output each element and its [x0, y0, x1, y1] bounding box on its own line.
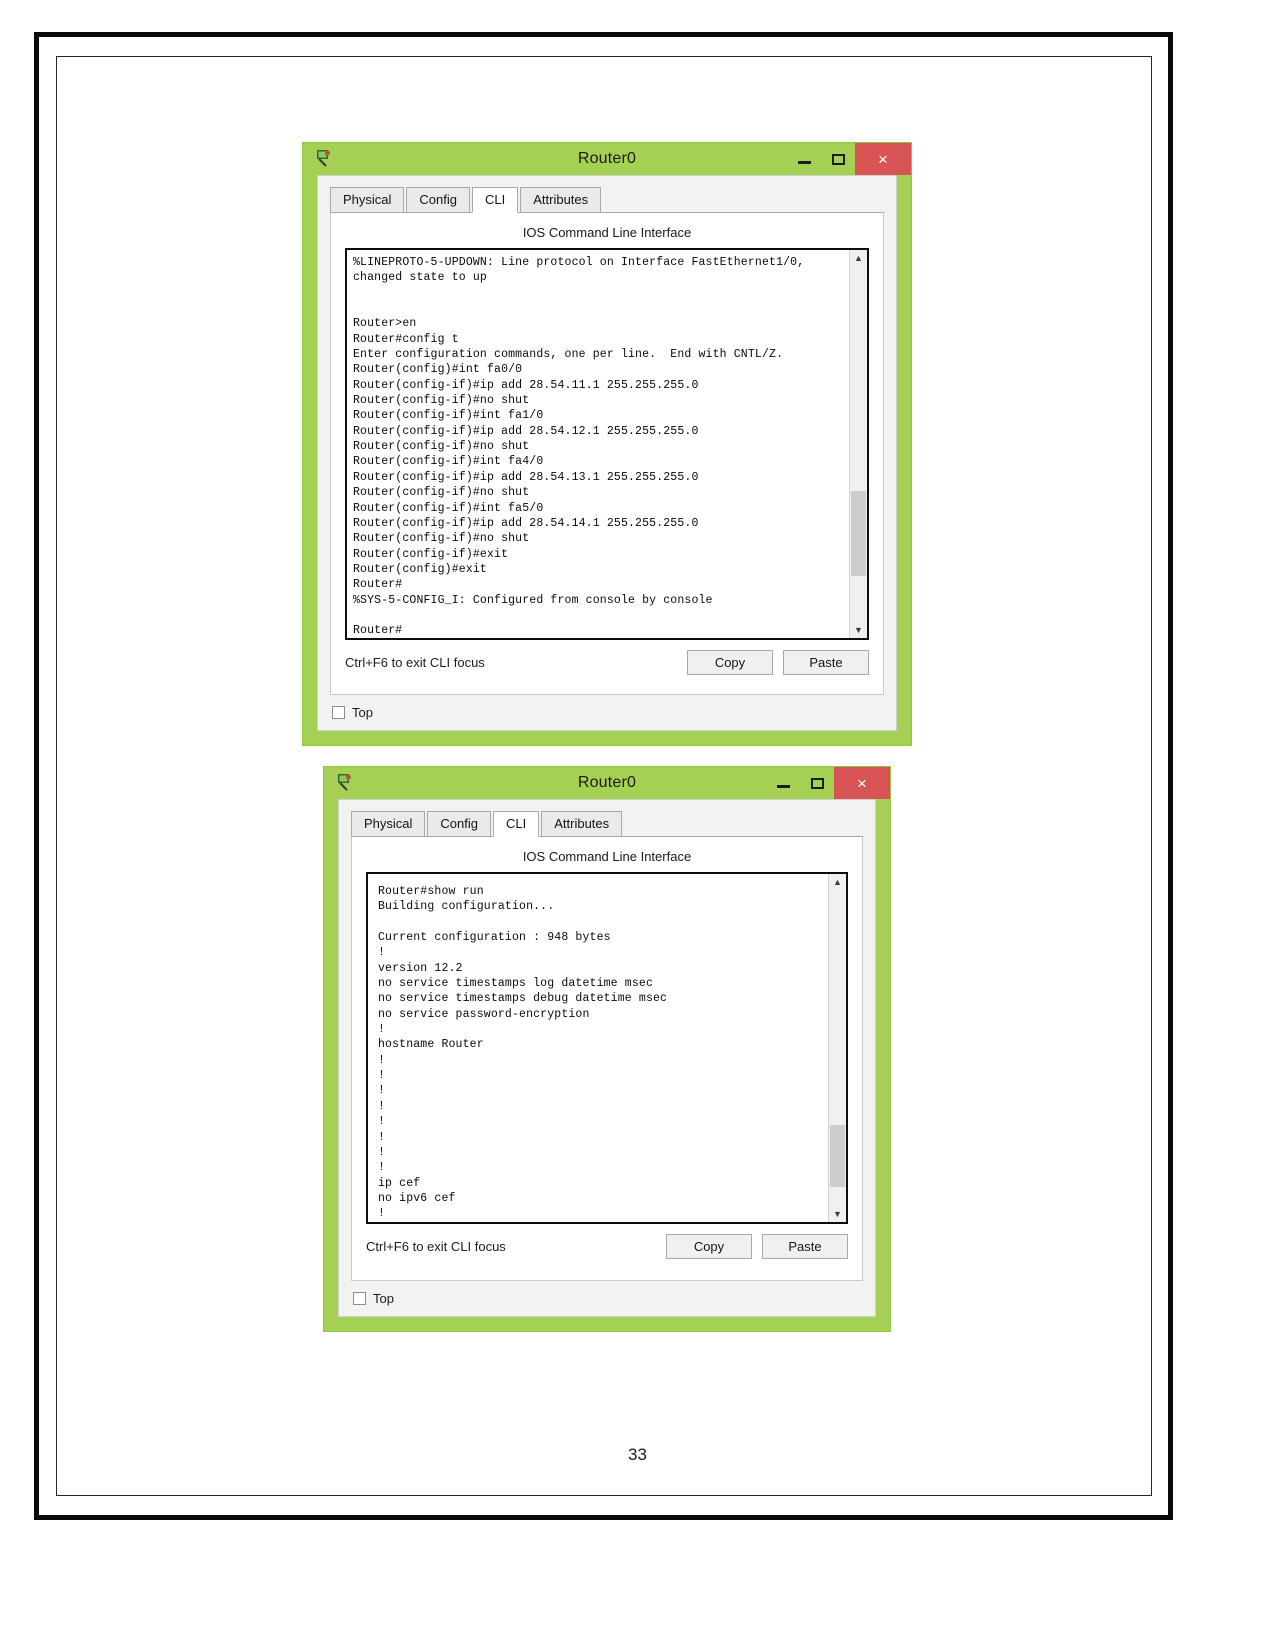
minimize-button[interactable] — [766, 767, 800, 799]
scroll-up-icon[interactable]: ▲ — [829, 874, 846, 890]
close-button[interactable]: × — [855, 143, 911, 175]
cli-panel: IOS Command Line Interface Router#show r… — [351, 837, 863, 1281]
window-controls: × — [766, 767, 890, 799]
tab-cli[interactable]: CLI — [472, 187, 519, 213]
router0-window-top[interactable]: Router0 × Physical Config CLI Attributes… — [302, 142, 912, 746]
cli-footer: Ctrl+F6 to exit CLI focus Copy Paste — [345, 650, 869, 675]
top-checkbox-label: Top — [352, 705, 373, 720]
tab-attributes[interactable]: Attributes — [520, 187, 602, 212]
tab-strip: Physical Config CLI Attributes — [351, 810, 863, 837]
close-button[interactable]: × — [834, 767, 890, 799]
terminal-scrollbar[interactable]: ▲ ▼ — [849, 250, 867, 638]
tab-config[interactable]: Config — [406, 187, 470, 212]
cli-footer: Ctrl+F6 to exit CLI focus Copy Paste — [366, 1234, 848, 1259]
top-checkbox-label: Top — [373, 1291, 394, 1306]
top-checkbox-row[interactable]: Top — [330, 705, 884, 720]
maximize-button[interactable] — [800, 767, 834, 799]
copy-button[interactable]: Copy — [666, 1234, 752, 1259]
top-checkbox-row[interactable]: Top — [351, 1291, 863, 1306]
terminal-scrollbar[interactable]: ▲ ▼ — [828, 874, 846, 1222]
close-icon: × — [857, 773, 867, 793]
tab-physical[interactable]: Physical — [330, 187, 405, 212]
packet-tracer-router-icon — [336, 773, 354, 791]
minimize-button[interactable] — [787, 143, 821, 175]
scroll-up-icon[interactable]: ▲ — [850, 250, 867, 266]
close-icon: × — [878, 149, 888, 169]
router0-window-bottom[interactable]: Router0 × Physical Config CLI Attributes… — [323, 766, 891, 1332]
cli-heading: IOS Command Line Interface — [522, 225, 692, 240]
scrollbar-thumb[interactable] — [830, 1124, 845, 1188]
terminal[interactable]: %LINEPROTO-5-UPDOWN: Line protocol on In… — [345, 248, 869, 640]
terminal-output[interactable]: Router#show run Building configuration..… — [368, 874, 828, 1222]
tab-strip: Physical Config CLI Attributes — [330, 186, 884, 213]
tab-config[interactable]: Config — [427, 811, 491, 836]
paste-button[interactable]: Paste — [762, 1234, 848, 1259]
cli-panel: IOS Command Line Interface %LINEPROTO-5-… — [330, 213, 884, 695]
tab-attributes[interactable]: Attributes — [541, 811, 623, 836]
focus-hint: Ctrl+F6 to exit CLI focus — [345, 655, 485, 670]
top-checkbox[interactable] — [353, 1292, 366, 1305]
tab-cli[interactable]: CLI — [493, 811, 540, 837]
focus-hint: Ctrl+F6 to exit CLI focus — [366, 1239, 506, 1254]
cli-heading: IOS Command Line Interface — [522, 849, 692, 864]
terminal-output[interactable]: %LINEPROTO-5-UPDOWN: Line protocol on In… — [347, 250, 849, 638]
copy-button[interactable]: Copy — [687, 650, 773, 675]
window-controls: × — [787, 143, 911, 175]
title-bar[interactable]: Router0 × — [303, 143, 911, 175]
title-bar[interactable]: Router0 × — [324, 767, 890, 799]
maximize-button[interactable] — [821, 143, 855, 175]
scroll-down-icon[interactable]: ▼ — [829, 1206, 846, 1222]
window-body: Physical Config CLI Attributes IOS Comma… — [317, 175, 897, 731]
scroll-down-icon[interactable]: ▼ — [850, 622, 867, 638]
scrollbar-thumb[interactable] — [851, 490, 866, 576]
tab-physical[interactable]: Physical — [351, 811, 426, 836]
paste-button[interactable]: Paste — [783, 650, 869, 675]
top-checkbox[interactable] — [332, 706, 345, 719]
terminal[interactable]: Router#show run Building configuration..… — [366, 872, 848, 1224]
window-body: Physical Config CLI Attributes IOS Comma… — [338, 799, 876, 1317]
page-number: 33 — [628, 1445, 647, 1464]
packet-tracer-router-icon — [315, 149, 333, 167]
